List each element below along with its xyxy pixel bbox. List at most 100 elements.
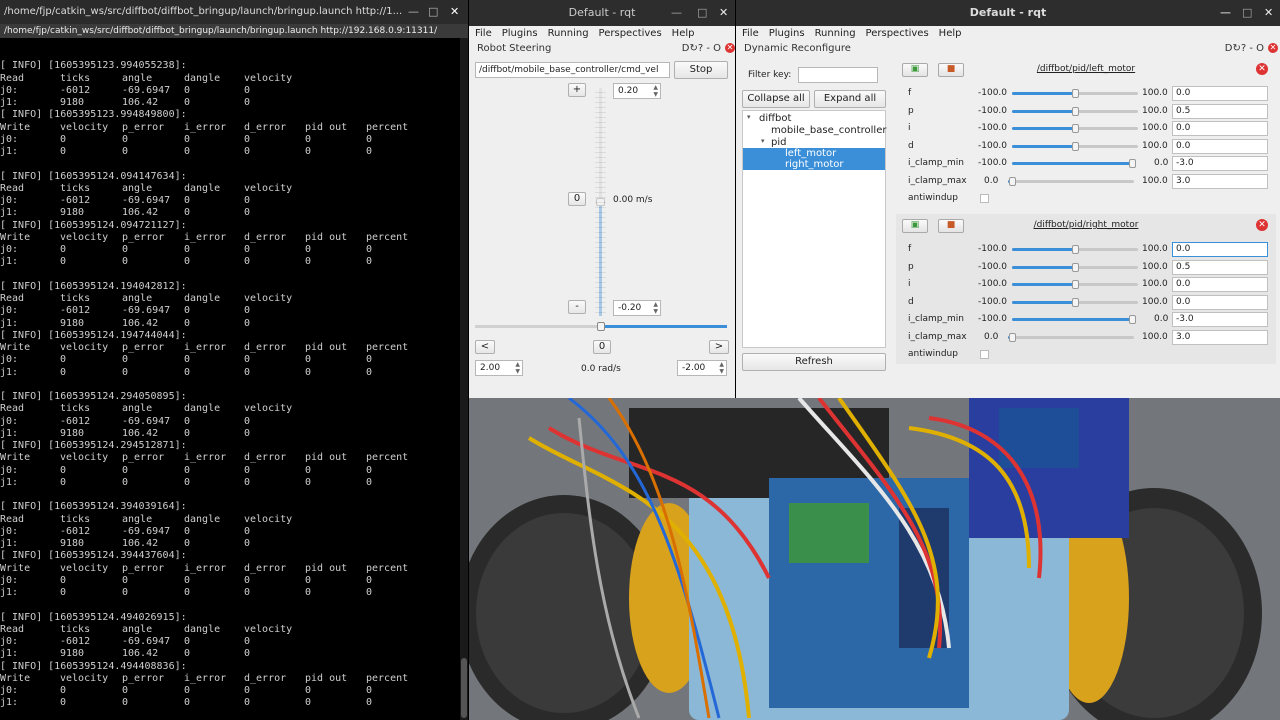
close-icon[interactable]: ✕	[719, 0, 728, 26]
param-value-input[interactable]: 0.0	[1172, 121, 1268, 136]
param-value-input[interactable]: 0.5	[1172, 259, 1268, 275]
param-value-input[interactable]: 3.0	[1172, 173, 1268, 189]
plugin-controls[interactable]: D↻? - O	[682, 42, 721, 56]
spin-arrows-icon[interactable]: ▲ ▼	[653, 84, 658, 98]
rqt-reconfigure-window[interactable]: Default - rqt — □ ✕ File Plugins Running Pe…	[736, 0, 1280, 398]
tree-item-right-motor[interactable]: right_motor	[785, 159, 844, 170]
refresh-button[interactable]: Refresh	[742, 353, 886, 371]
collapse-all-button[interactable]: Collapse all	[742, 90, 810, 108]
terminal-line: j0: -6012 -69.6947 0 0	[0, 305, 460, 317]
minimize-icon[interactable]: —	[671, 0, 682, 26]
linear-min-spinbox[interactable]: -0.20 ▲ ▼	[613, 300, 661, 316]
minimize-icon[interactable]: —	[408, 0, 419, 24]
menu-item-help[interactable]: Help	[672, 28, 695, 39]
window-titlebar[interactable]: Default - rqt — □ ✕	[469, 0, 735, 26]
param-slider-handle[interactable]	[1072, 297, 1079, 307]
terminal-titlebar[interactable]: /home/fjp/catkin_ws/src/diffbot/diffbot_…	[0, 0, 468, 24]
menu-item-plugins[interactable]: Plugins	[502, 28, 538, 39]
menu-item-file[interactable]: File	[742, 28, 759, 39]
terminal-line: j1: 9180 106.42 0 0	[0, 428, 460, 440]
menu-item-file[interactable]: File	[475, 28, 492, 39]
param-slider-handle[interactable]	[1008, 176, 1016, 186]
param-value-input[interactable]: 0.0	[1172, 294, 1268, 310]
tree-item-left-motor[interactable]: left_motor	[785, 148, 836, 159]
menu-item-plugins[interactable]: Plugins	[769, 28, 805, 39]
antiwindup-checkbox[interactable]	[980, 350, 989, 359]
antiwindup-checkbox[interactable]	[980, 194, 989, 203]
close-icon[interactable]: ✕	[1264, 0, 1273, 26]
terminal-scrollbar[interactable]	[460, 38, 468, 720]
param-value-input[interactable]: 0.0	[1172, 277, 1268, 292]
group-close-icon[interactable]: ✕	[1256, 63, 1268, 75]
param-label: f	[908, 88, 912, 98]
angular-min-spinbox[interactable]: -2.00 ▲ ▼	[677, 360, 727, 376]
expand-arrow-icon[interactable]: ▾	[761, 137, 765, 145]
angular-slider-handle[interactable]	[597, 322, 605, 331]
param-slider-handle[interactable]	[1072, 124, 1079, 133]
param-slider-track[interactable]	[1008, 179, 1134, 183]
param-value-input[interactable]: 0.5	[1172, 103, 1268, 119]
close-icon[interactable]: ✕	[450, 0, 459, 24]
param-value-input[interactable]: 0.0	[1172, 138, 1268, 154]
maximize-icon[interactable]: □	[428, 0, 438, 24]
param-value-input[interactable]: -3.0	[1172, 156, 1268, 171]
topic-input[interactable]: /diffbot/mobile_base_controller/cmd_vel	[475, 62, 670, 78]
plugin-close-icon[interactable]: ✕	[725, 43, 735, 53]
expand-arrow-icon[interactable]: ▾	[747, 113, 751, 121]
group-close-icon[interactable]: ✕	[1256, 219, 1268, 231]
rqt-steering-window[interactable]: Default - rqt — □ ✕ File Plugins Running Pe…	[469, 0, 735, 398]
plugin-controls[interactable]: D↻? - O	[1225, 42, 1264, 56]
param-slider-handle[interactable]	[1129, 315, 1137, 324]
terminal-cell: angle	[122, 623, 153, 635]
angular-slider[interactable]	[475, 322, 727, 332]
turn-left-button[interactable]: <	[475, 340, 495, 354]
terminal-cell: 0	[184, 538, 191, 549]
terminal-cell: Write	[0, 121, 31, 133]
param-value-input[interactable]: 3.0	[1172, 329, 1268, 345]
angular-max-spinbox[interactable]: 2.00 ▲ ▼	[475, 360, 523, 376]
spin-arrows-icon[interactable]: ▲ ▼	[515, 361, 520, 375]
maximize-icon[interactable]: □	[1242, 0, 1252, 26]
node-tree[interactable]: ▾ diffbot mobile_base_controller ▾ pid l…	[742, 110, 886, 348]
spin-arrows-icon[interactable]: ▲ ▼	[719, 361, 724, 375]
linear-max-spinbox[interactable]: 0.20 ▲ ▼	[613, 83, 661, 99]
window-titlebar[interactable]: Default - rqt — □ ✕	[736, 0, 1280, 26]
zero-linear-button[interactable]: 0	[568, 192, 586, 206]
param-slider-handle[interactable]	[1072, 106, 1079, 116]
param-slider-handle[interactable]	[1072, 280, 1079, 289]
param-slider-handle[interactable]	[1072, 245, 1079, 254]
turn-right-button[interactable]: >	[709, 340, 729, 354]
terminal-tab[interactable]: /home/fjp/catkin_ws/src/diffbot/diffbot_…	[0, 24, 468, 38]
param-max: 100.0	[1142, 261, 1168, 272]
menu-item-help[interactable]: Help	[939, 28, 962, 39]
param-slider-handle[interactable]	[1008, 332, 1016, 342]
param-slider-handle[interactable]	[1072, 262, 1079, 272]
tree-item-diffbot[interactable]: diffbot	[759, 113, 791, 124]
expand-all-button[interactable]: Expand all	[814, 90, 886, 108]
scrollbar-thumb[interactable]	[461, 658, 467, 718]
tree-item-mobile-base-controller[interactable]: mobile_base_controller	[771, 125, 886, 136]
zero-angular-button[interactable]: 0	[593, 340, 611, 354]
param-value-input[interactable]: -3.0	[1172, 312, 1268, 327]
maximize-icon[interactable]: □	[697, 0, 707, 26]
tree-item-pid[interactable]: pid	[771, 137, 786, 148]
minimize-icon[interactable]: —	[1220, 0, 1231, 26]
menu-item-perspectives[interactable]: Perspectives	[599, 28, 662, 39]
stop-button[interactable]: Stop	[674, 61, 728, 79]
menu-item-running[interactable]: Running	[815, 28, 856, 39]
filter-key-input[interactable]	[798, 67, 878, 83]
menu-item-perspectives[interactable]: Perspectives	[866, 28, 929, 39]
param-slider-handle[interactable]	[1072, 89, 1079, 98]
terminal-cell: 0	[122, 685, 129, 696]
increase-linear-button[interactable]: +	[568, 83, 586, 97]
param-value-input[interactable]: 0.0	[1172, 242, 1268, 257]
param-slider-track[interactable]	[1008, 335, 1134, 339]
spin-arrows-icon[interactable]: ▲ ▼	[653, 301, 658, 315]
decrease-linear-button[interactable]: -	[568, 300, 586, 314]
terminal-window[interactable]: /home/fjp/catkin_ws/src/diffbot/diffbot_…	[0, 0, 468, 720]
menu-item-running[interactable]: Running	[548, 28, 589, 39]
param-slider-handle[interactable]	[1129, 159, 1137, 168]
param-value-input[interactable]: 0.0	[1172, 86, 1268, 101]
param-slider-handle[interactable]	[1072, 141, 1079, 151]
plugin-close-icon[interactable]: ✕	[1268, 43, 1278, 53]
